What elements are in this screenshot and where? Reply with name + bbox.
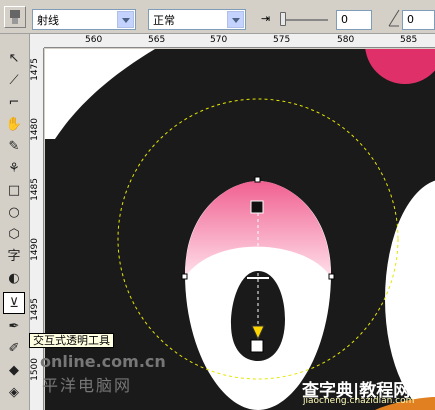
interactive-fill-tool-icon[interactable]: ◐ bbox=[3, 268, 25, 290]
angle-value: 0 bbox=[407, 13, 414, 26]
midpoint-slider-track[interactable] bbox=[282, 19, 328, 21]
toolbox: ↖ ⟋ ⌐ ✋ ✎ ⚘ □ ○ ⬡ 字 ◐ ⊻ ✒ ✐ ◆ ◈ bbox=[0, 34, 30, 410]
chevron-down-icon[interactable] bbox=[117, 11, 134, 28]
interactive-tool-icon[interactable]: ◈ bbox=[3, 382, 25, 404]
transparency-midpoint-arrow bbox=[251, 325, 265, 341]
transparency-type-value: 射线 bbox=[37, 14, 59, 27]
eyedropper-tool-icon[interactable]: ✒ bbox=[3, 316, 25, 338]
ruler-tick: 575 bbox=[273, 35, 291, 45]
ruler-tick: 1480 bbox=[30, 118, 40, 141]
ruler-tick: 1485 bbox=[30, 178, 40, 201]
ruler-tick: 585 bbox=[400, 35, 418, 45]
ruler-tick: 1490 bbox=[30, 238, 40, 261]
watermark-site2-url: jiaocheng.chazidian.com bbox=[303, 396, 415, 406]
transparency-tool-icon[interactable]: ⊻ bbox=[3, 292, 25, 314]
smart-fill-tool-icon[interactable]: ⚘ bbox=[3, 158, 25, 180]
transparency-type-dropdown[interactable]: 射线 bbox=[32, 9, 136, 30]
merge-mode-dropdown[interactable]: 正常 bbox=[148, 9, 246, 30]
rectangle-tool-icon[interactable]: □ bbox=[3, 180, 25, 202]
text-tool-icon[interactable]: 字 bbox=[3, 246, 25, 268]
fill-tool-icon[interactable]: ◆ bbox=[3, 360, 25, 382]
midpoint-value: 0 bbox=[341, 13, 348, 26]
angle-input[interactable]: 0 bbox=[402, 10, 435, 30]
transparency-icon[interactable] bbox=[4, 6, 26, 28]
midpoint-slider-thumb[interactable] bbox=[280, 12, 286, 26]
ruler-tick: 1475 bbox=[30, 58, 40, 81]
white-shape-topleft bbox=[45, 49, 155, 139]
watermark-site1-cn: 平洋电脑网 bbox=[42, 376, 133, 395]
midpoint-input[interactable]: 0 bbox=[336, 10, 372, 30]
ruler-tick: 570 bbox=[210, 35, 228, 45]
chevron-down-icon[interactable] bbox=[227, 11, 244, 28]
property-bar: 射线 正常 ⇥ 0 0 bbox=[0, 0, 435, 34]
transparency-start-node bbox=[250, 200, 264, 214]
selection-handle bbox=[254, 176, 261, 183]
ellipse-tool-icon[interactable]: ○ bbox=[3, 202, 25, 224]
ruler-tick: 580 bbox=[337, 35, 355, 45]
selection-handle bbox=[181, 273, 188, 280]
midpoint-icon: ⇥ bbox=[261, 12, 271, 25]
hand-tool-icon[interactable]: ✋ bbox=[3, 114, 25, 136]
tool-tooltip: 交互式透明工具 bbox=[29, 333, 114, 348]
crop-tool-icon[interactable]: ⌐ bbox=[3, 92, 25, 114]
merge-mode-value: 正常 bbox=[153, 14, 175, 27]
polygon-tool-icon[interactable]: ⬡ bbox=[3, 224, 25, 246]
ruler-tick: 565 bbox=[148, 35, 166, 45]
freehand-tool-icon[interactable]: ✎ bbox=[3, 136, 25, 158]
ruler-tick: 560 bbox=[85, 35, 103, 45]
ruler-horizontal[interactable]: 560 565 570 575 580 585 bbox=[44, 34, 435, 48]
transparency-end-node bbox=[250, 339, 264, 353]
angle-icon bbox=[387, 4, 401, 30]
outline-tool-icon[interactable]: ✐ bbox=[3, 338, 25, 360]
ruler-tick: 1500 bbox=[30, 358, 40, 381]
ruler-tick: 1495 bbox=[30, 298, 40, 321]
pink-shape-topright bbox=[365, 49, 435, 84]
selection-handle bbox=[328, 273, 335, 280]
pick-tool-icon[interactable]: ↖ bbox=[3, 48, 25, 70]
ruler-corner[interactable] bbox=[30, 34, 44, 48]
shape-tool-icon[interactable]: ⟋ bbox=[3, 70, 25, 92]
watermark-site1: online.com.cn bbox=[40, 352, 166, 371]
